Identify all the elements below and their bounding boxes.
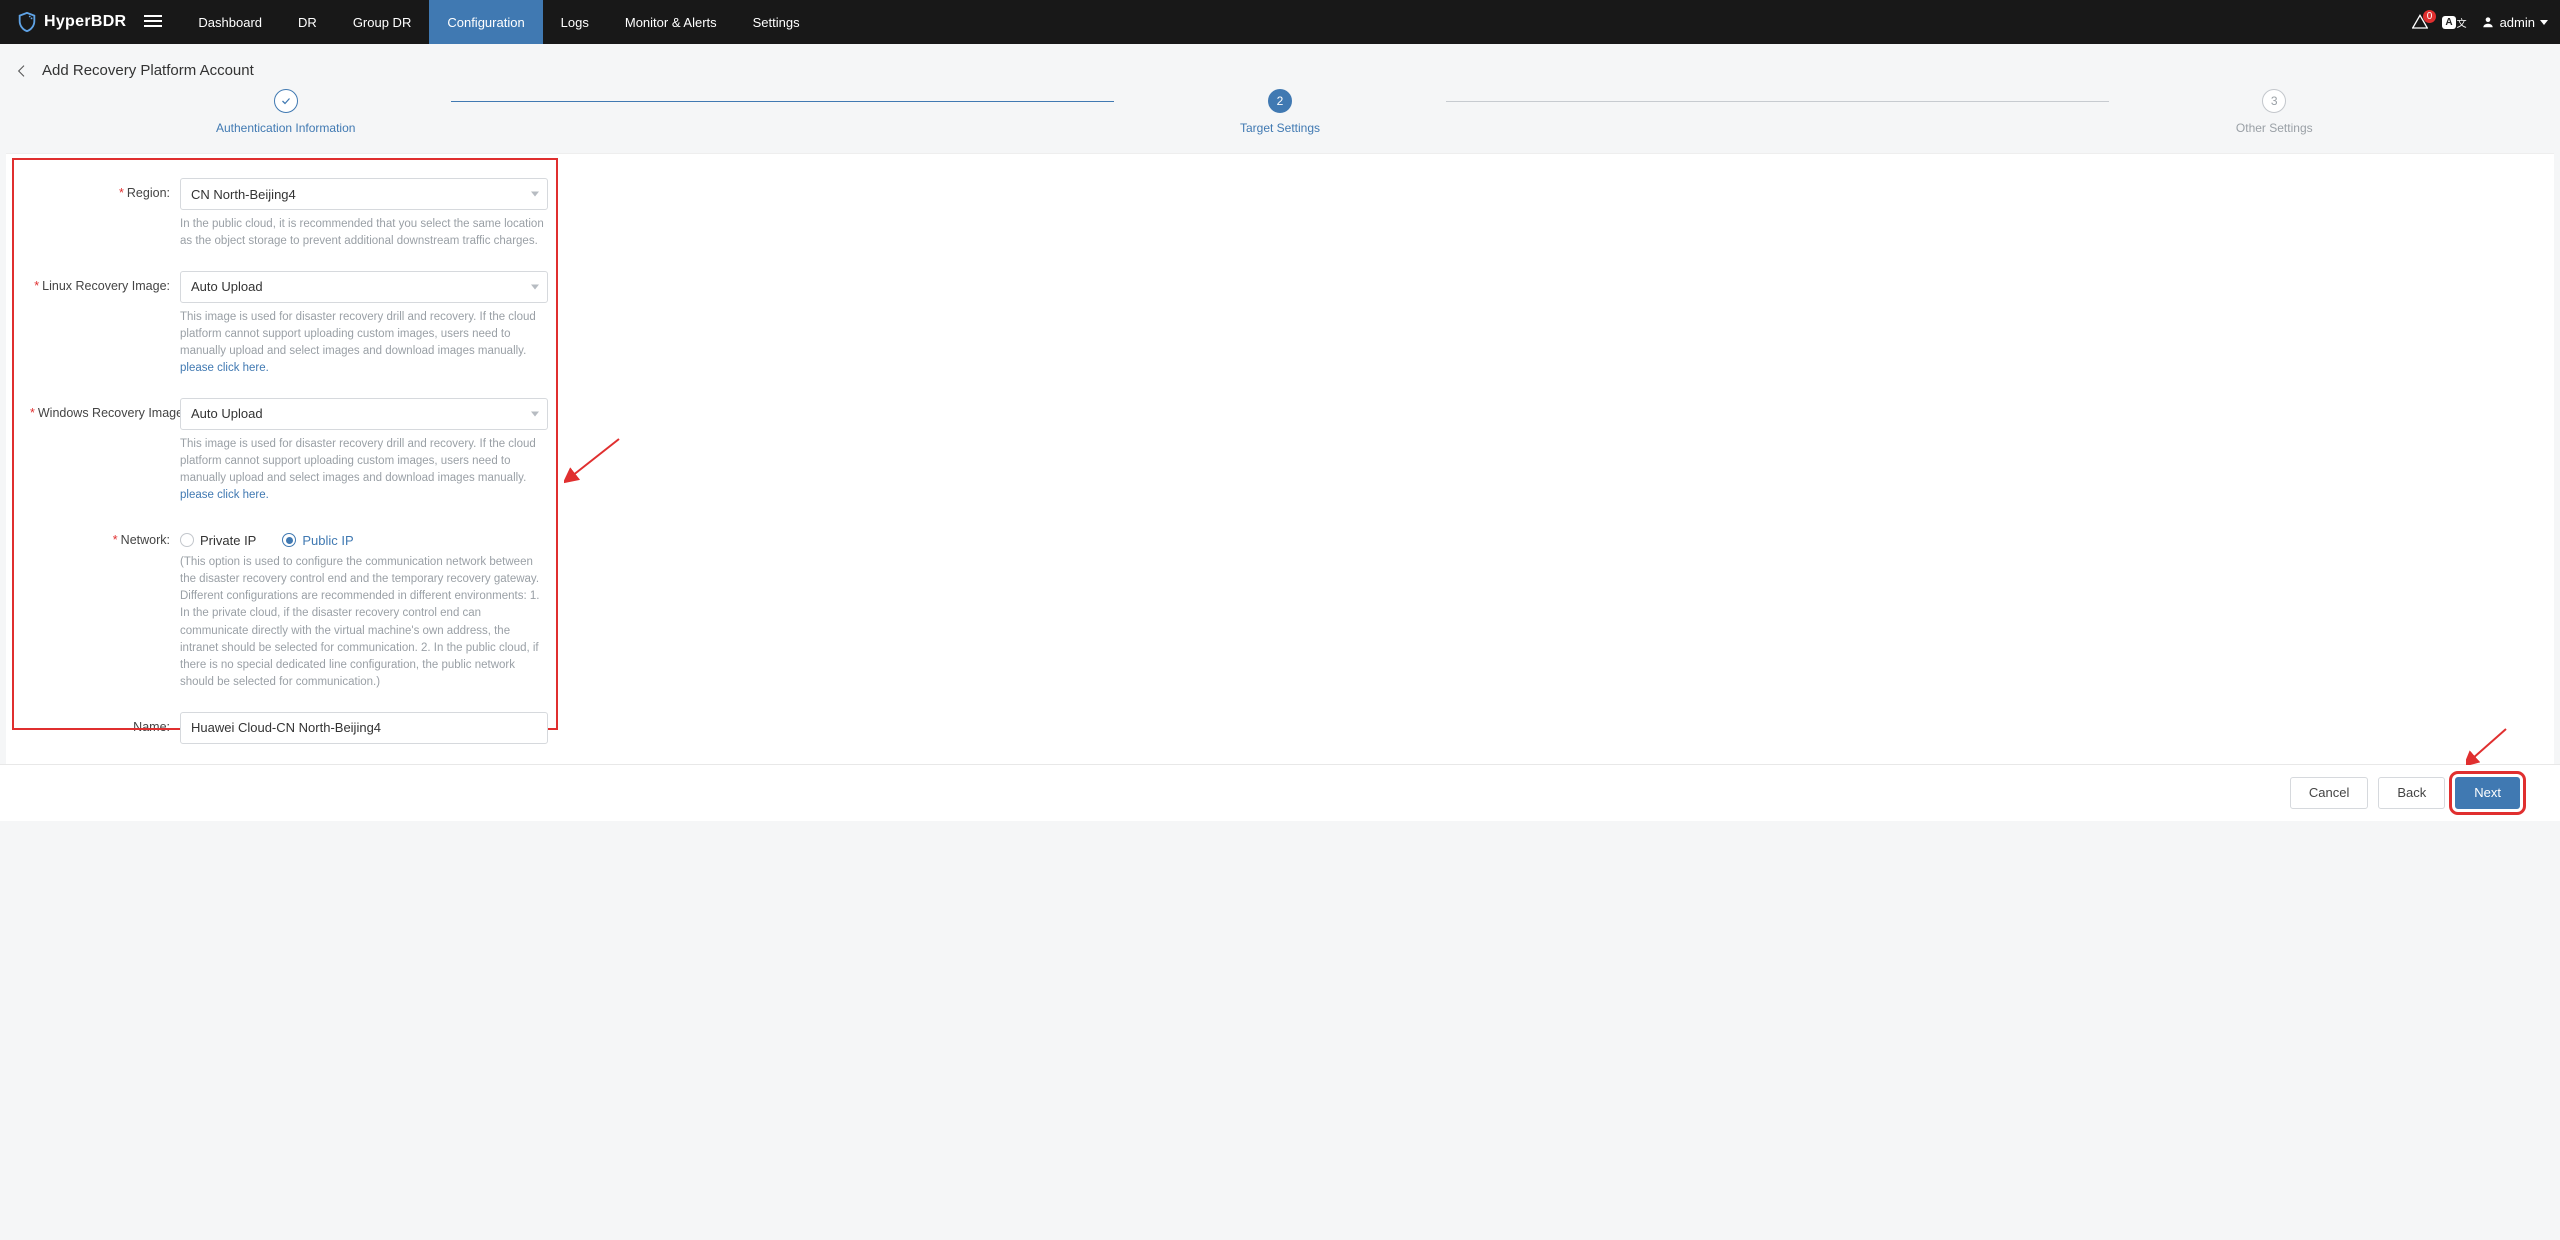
topbar-right: 0 A 文 admin (2412, 14, 2548, 30)
step-circle-pending: 3 (2262, 89, 2286, 113)
region-value: CN North-Beijing4 (191, 187, 296, 202)
shield-icon (16, 11, 38, 33)
step-auth-info[interactable]: Authentication Information (120, 89, 451, 135)
back-arrow-icon[interactable] (14, 63, 30, 79)
next-button[interactable]: Next (2455, 777, 2520, 809)
chevron-down-icon (2540, 20, 2548, 25)
radio-private-ip[interactable]: Private IP (180, 533, 256, 548)
step-connector (1446, 101, 2109, 102)
nav-label: Configuration (447, 15, 524, 30)
row-region: *Region: CN North-Beijing4 In the public… (30, 178, 2530, 265)
step-label: Authentication Information (216, 121, 355, 135)
notifications-icon[interactable]: 0 (2412, 14, 2428, 30)
nav-label: Group DR (353, 15, 412, 30)
chevron-down-icon (531, 284, 539, 289)
nav-dr[interactable]: DR (280, 0, 335, 44)
step-label: Other Settings (2236, 121, 2313, 135)
nav-label: Dashboard (198, 15, 262, 30)
nav-group-dr[interactable]: Group DR (335, 0, 430, 44)
step-circle-done (274, 89, 298, 113)
label-linux-image: *Linux Recovery Image: (30, 271, 180, 293)
step-target-settings[interactable]: 2 Target Settings (1114, 89, 1445, 135)
language-switcher[interactable]: A 文 (2442, 15, 2466, 30)
footer-actions: Cancel Back Next (0, 764, 2560, 821)
chevron-down-icon (531, 192, 539, 197)
region-select[interactable]: CN North-Beijing4 (180, 178, 548, 210)
page-header: Add Recovery Platform Account (0, 44, 2560, 89)
brand-text: HyperBDR (44, 13, 126, 31)
nav-settings[interactable]: Settings (735, 0, 818, 44)
network-hint: (This option is used to configure the co… (180, 554, 548, 692)
label-name: Name: (30, 712, 180, 734)
row-windows-image: *Windows Recovery Image: Auto Upload Thi… (30, 398, 2530, 519)
cancel-button[interactable]: Cancel (2290, 777, 2368, 809)
radio-label: Private IP (200, 533, 256, 548)
brand-logo: HyperBDR (16, 11, 126, 33)
label-region: *Region: (30, 178, 180, 200)
label-network: *Network: (30, 525, 180, 547)
windows-image-value: Auto Upload (191, 406, 263, 421)
nav-dashboard[interactable]: Dashboard (180, 0, 280, 44)
primary-nav: Dashboard DR Group DR Configuration Logs… (180, 0, 817, 44)
username: admin (2500, 15, 2535, 30)
name-field[interactable] (180, 712, 548, 744)
form-card: *Region: CN North-Beijing4 In the public… (6, 153, 2554, 764)
step-other-settings[interactable]: 3 Other Settings (2109, 89, 2440, 135)
notification-badge: 0 (2423, 10, 2437, 23)
wizard-steps: Authentication Information 2 Target Sett… (0, 89, 2560, 153)
row-linux-image: *Linux Recovery Image: Auto Upload This … (30, 271, 2530, 392)
windows-image-link[interactable]: please click here. (180, 489, 269, 501)
linux-image-value: Auto Upload (191, 279, 263, 294)
nav-label: Settings (753, 15, 800, 30)
region-hint: In the public cloud, it is recommended t… (180, 216, 548, 251)
linux-image-hint: This image is used for disaster recovery… (180, 309, 548, 378)
page-title: Add Recovery Platform Account (42, 62, 254, 79)
windows-image-select[interactable]: Auto Upload (180, 398, 548, 430)
nav-monitor-alerts[interactable]: Monitor & Alerts (607, 0, 735, 44)
linux-image-link[interactable]: please click here. (180, 362, 269, 374)
user-menu[interactable]: admin (2481, 15, 2548, 30)
nav-label: DR (298, 15, 317, 30)
nav-logs[interactable]: Logs (543, 0, 607, 44)
row-network: *Network: Private IP Public IP (This opt… (30, 525, 2530, 706)
step-circle-active: 2 (1268, 89, 1292, 113)
checkmark-icon (280, 95, 292, 107)
radio-dot (180, 533, 194, 547)
network-radio-group: Private IP Public IP (180, 525, 548, 548)
linux-image-select[interactable]: Auto Upload (180, 271, 548, 303)
menu-toggle-icon[interactable] (144, 12, 162, 33)
windows-image-hint: This image is used for disaster recovery… (180, 436, 548, 505)
row-name: Name: (30, 712, 2530, 744)
lang-sub: 文 (2457, 15, 2467, 30)
radio-dot (282, 533, 296, 547)
user-icon (2481, 15, 2495, 29)
back-button[interactable]: Back (2378, 777, 2445, 809)
lang-badge: A (2442, 16, 2455, 29)
nav-configuration[interactable]: Configuration (429, 0, 542, 44)
top-navbar: HyperBDR Dashboard DR Group DR Configura… (0, 0, 2560, 44)
nav-label: Monitor & Alerts (625, 15, 717, 30)
radio-label: Public IP (302, 533, 353, 548)
radio-public-ip[interactable]: Public IP (282, 533, 353, 548)
label-windows-image: *Windows Recovery Image: (30, 398, 180, 420)
chevron-down-icon (531, 411, 539, 416)
step-label: Target Settings (1240, 121, 1320, 135)
nav-label: Logs (561, 15, 589, 30)
step-connector (451, 101, 1114, 102)
